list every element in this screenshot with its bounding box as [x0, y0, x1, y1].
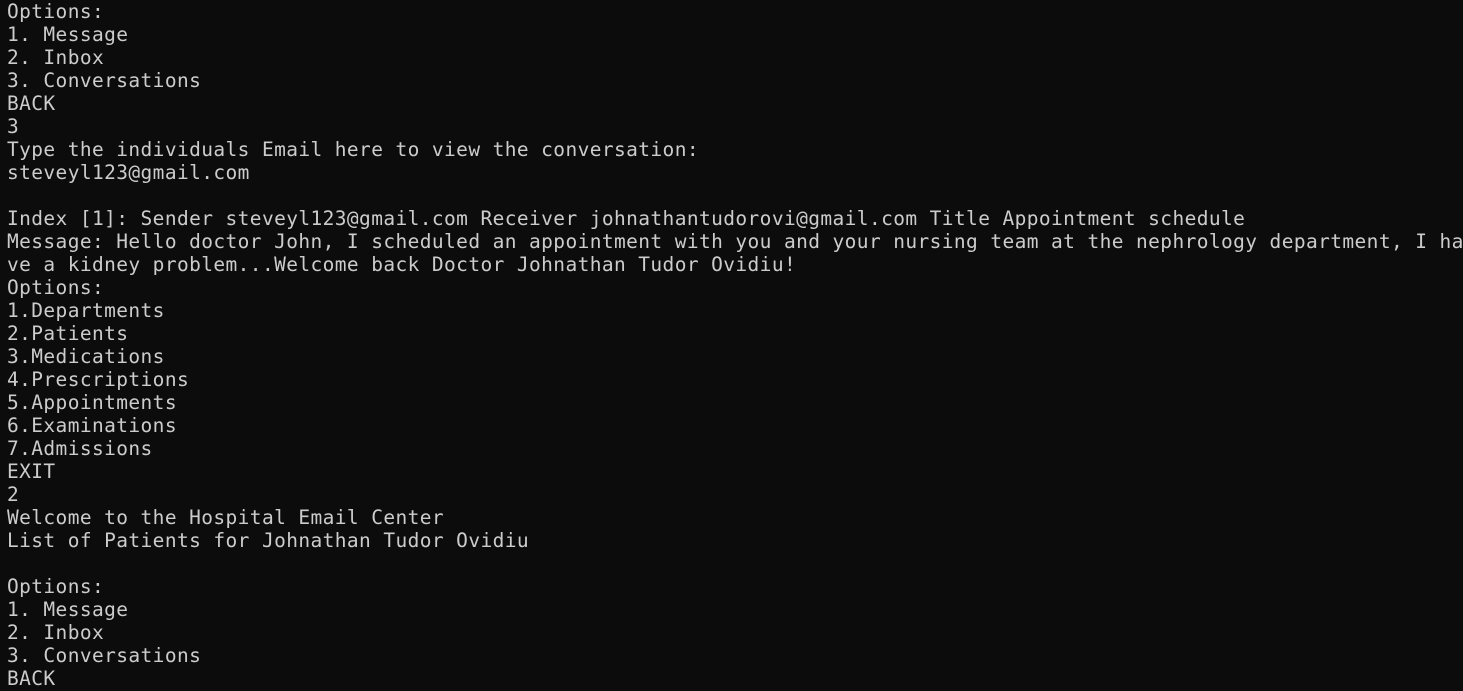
output-option-patients: 2.Patients — [7, 322, 129, 345]
output-option-exit: EXIT — [7, 460, 56, 483]
output-option-message: 1. Message — [7, 23, 129, 46]
output-email-prompt: Type the individuals Email here to view … — [7, 138, 699, 161]
output-option-examinations: 6.Examinations — [7, 414, 177, 437]
output-option-appointments: 5.Appointments — [7, 391, 177, 414]
terminal-window[interactable]: Options: 1. Message 2. Inbox 3. Conversa… — [0, 0, 1463, 691]
output-option-prescriptions: 4.Prescriptions — [7, 368, 190, 391]
user-input-email: steveyl123@gmail.com — [7, 161, 250, 184]
output-option-conversations: 3. Conversations — [7, 69, 202, 92]
output-option-admissions: 7.Admissions — [7, 437, 153, 460]
user-input-choice: 2 — [7, 483, 20, 506]
user-input-choice: 3 — [7, 115, 20, 138]
output-option-back: BACK — [7, 667, 56, 690]
output-options-header: Options: — [7, 575, 105, 598]
output-message-body-wrap: ve a kidney problem...Welcome back Docto… — [7, 253, 797, 276]
output-options-header: Options: — [7, 0, 105, 23]
output-option-departments: 1.Departments — [7, 299, 165, 322]
output-option-medications: 3.Medications — [7, 345, 165, 368]
output-patient-list-header: List of Patients for Johnathan Tudor Ovi… — [7, 529, 530, 552]
output-option-inbox: 2. Inbox — [7, 46, 105, 69]
output-welcome-email-center: Welcome to the Hospital Email Center — [7, 506, 445, 529]
output-message-body: Message: Hello doctor John, I scheduled … — [7, 230, 1463, 253]
output-message-index: Index [1]: Sender steveyl123@gmail.com R… — [7, 207, 1246, 230]
output-option-back: BACK — [7, 92, 56, 115]
output-option-inbox: 2. Inbox — [7, 621, 105, 644]
output-options-header: Options: — [7, 276, 105, 299]
output-option-conversations: 3. Conversations — [7, 644, 202, 667]
output-option-message: 1. Message — [7, 598, 129, 621]
